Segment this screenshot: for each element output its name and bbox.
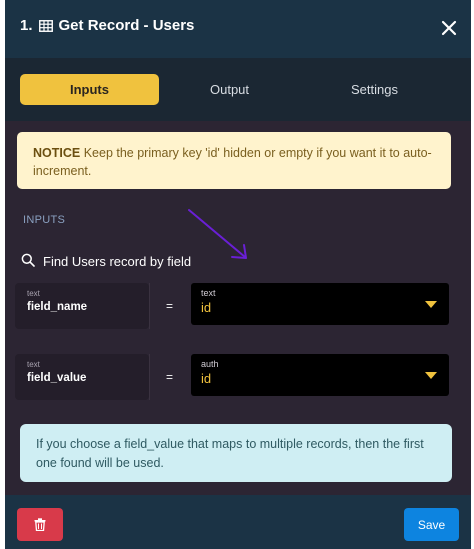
table-icon [38,19,53,32]
select-value: id [201,371,212,386]
title-text: Get Record - Users [58,17,195,34]
field-name-label: field_name [27,301,88,313]
notice-text: Keep the primary key 'id' hidden or empt… [33,146,432,178]
title-number: 1. [20,17,33,34]
caret-down-icon [425,372,437,379]
field-label-box: text field_value [15,354,149,400]
save-button[interactable]: Save [404,508,459,541]
tab-output[interactable]: Output [160,74,299,105]
search-icon [21,253,35,270]
caret-down-icon [425,301,437,308]
field-name-select[interactable]: text id [191,283,449,325]
field-value-select[interactable]: auth id [191,354,449,396]
inputs-content: NOTICE Keep the primary key 'id' hidden … [5,121,471,495]
field-type: text [27,360,40,369]
tab-settings[interactable]: Settings [305,74,444,105]
notice-strong: NOTICE [33,146,81,160]
select-type: auth [201,359,219,369]
operator-equals: = [149,283,189,329]
find-label-text: Find Users record by field [43,254,192,269]
delete-button[interactable] [17,508,63,541]
annotation-arrow-icon [188,209,247,259]
select-type: text [201,288,216,298]
tab-inputs[interactable]: Inputs [20,74,159,105]
section-label-inputs: INPUTS [23,214,66,226]
trash-icon [34,518,46,531]
field-row-field-name: text field_name = text id [15,283,449,329]
notice-alert: NOTICE Keep the primary key 'id' hidden … [17,132,451,189]
tabs-bar: Inputs Output Settings [5,58,471,121]
info-alert: If you choose a field_value that maps to… [20,424,452,482]
select-value: id [201,300,212,315]
get-record-panel: 1. Get Record - Users Inputs Output Sett… [5,0,471,549]
panel-header: 1. Get Record - Users [5,0,471,58]
field-row-field-value: text field_value = auth id [15,354,449,400]
find-record-label: Find Users record by field [21,253,191,270]
field-value-label: field_value [27,372,87,384]
close-icon[interactable] [441,20,457,36]
field-label-box: text field_name [15,283,149,329]
operator-equals: = [149,354,189,400]
panel-title: 1. Get Record - Users [20,17,194,34]
panel-footer: Save [5,495,471,549]
field-type: text [27,289,40,298]
